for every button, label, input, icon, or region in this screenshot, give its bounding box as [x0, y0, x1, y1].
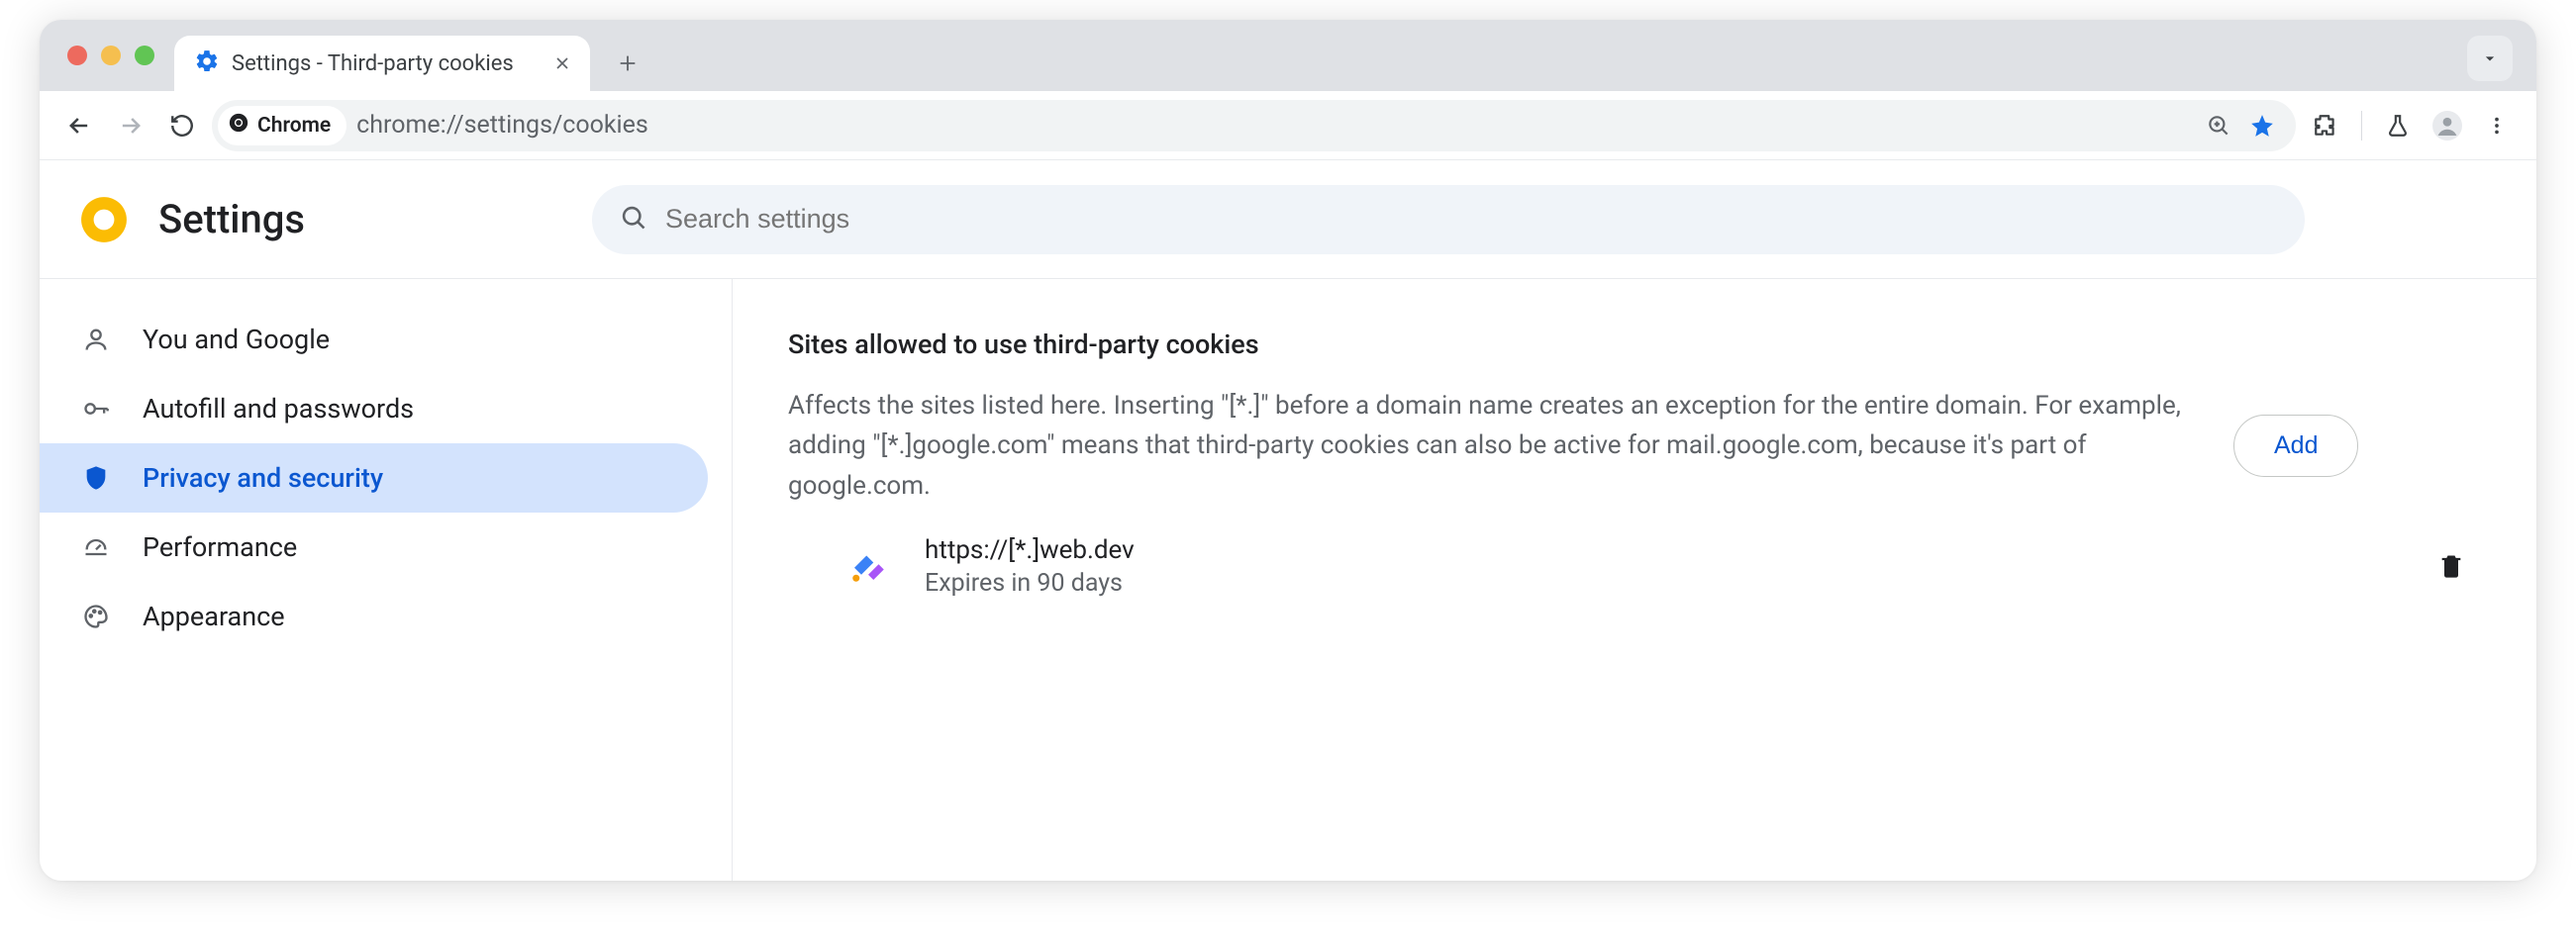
close-tab-button[interactable] [552, 53, 572, 73]
tabbar-right [2467, 36, 2523, 91]
tab-bar: Settings - Third-party cookies [40, 20, 2536, 91]
key-icon [79, 395, 113, 423]
sidebar-item-you-and-google[interactable]: You and Google [40, 305, 708, 374]
labs-button[interactable] [2376, 104, 2420, 147]
site-chip[interactable]: Chrome [218, 106, 347, 145]
extensions-button[interactable] [2304, 104, 2347, 147]
profile-button[interactable] [2426, 104, 2469, 147]
settings-sidebar: You and Google Autofill and passwords Pr… [40, 279, 733, 881]
forward-button[interactable] [109, 104, 152, 147]
site-favicon-icon [847, 545, 889, 587]
delete-site-button[interactable] [2437, 552, 2475, 580]
search-settings-box[interactable] [592, 185, 2305, 254]
separator [2361, 111, 2362, 141]
sidebar-item-label: Performance [143, 531, 297, 563]
sidebar-item-label: You and Google [143, 324, 330, 355]
window-controls [40, 20, 174, 91]
search-settings-input[interactable] [665, 204, 2277, 235]
close-window-button[interactable] [67, 46, 87, 65]
settings-body: You and Google Autofill and passwords Pr… [40, 279, 2536, 881]
site-chip-label: Chrome [257, 114, 331, 138]
back-button[interactable] [57, 104, 101, 147]
site-url: https://[*.]web.dev [925, 535, 1135, 565]
allowed-site-row: https://[*.]web.dev Expires in 90 days [788, 506, 2481, 598]
sidebar-item-performance[interactable]: Performance [40, 513, 708, 582]
search-icon [620, 204, 647, 236]
site-expiry: Expires in 90 days [925, 569, 1135, 598]
new-tab-button[interactable] [606, 42, 649, 85]
zoom-icon[interactable] [2199, 106, 2238, 145]
browser-menu-button[interactable] [2475, 104, 2519, 147]
palette-icon [79, 603, 113, 630]
browser-tab[interactable]: Settings - Third-party cookies [174, 36, 590, 91]
maximize-window-button[interactable] [135, 46, 154, 65]
section-row: Affects the sites listed here. Inserting… [788, 386, 2481, 506]
chrome-logo-icon [79, 195, 129, 244]
person-icon [79, 326, 113, 353]
sidebar-item-label: Privacy and security [143, 462, 383, 494]
url-text: chrome://settings/cookies [356, 111, 648, 140]
sidebar-item-label: Appearance [143, 601, 285, 632]
shield-icon [79, 464, 113, 492]
bookmark-star-icon[interactable] [2242, 106, 2282, 145]
site-info: https://[*.]web.dev Expires in 90 days [925, 535, 1135, 598]
url-box[interactable]: Chrome chrome://settings/cookies [212, 100, 2296, 151]
reload-button[interactable] [160, 104, 204, 147]
tab-search-button[interactable] [2467, 36, 2513, 81]
sidebar-item-autofill[interactable]: Autofill and passwords [40, 374, 708, 443]
sidebar-item-label: Autofill and passwords [143, 393, 414, 425]
add-site-button[interactable]: Add [2233, 415, 2358, 477]
page-title: Settings [158, 196, 305, 242]
settings-main: Sites allowed to use third-party cookies… [733, 279, 2536, 881]
speedometer-icon [79, 533, 113, 561]
browser-actions [2304, 104, 2519, 147]
address-bar: Chrome chrome://settings/cookies [40, 91, 2536, 160]
sidebar-item-privacy-security[interactable]: Privacy and security [40, 443, 708, 513]
section-title: Sites allowed to use third-party cookies [788, 329, 2481, 360]
settings-icon [194, 48, 220, 78]
address-actions [2199, 106, 2286, 145]
section-description: Affects the sites listed here. Inserting… [788, 386, 2194, 506]
chrome-icon [228, 112, 249, 140]
minimize-window-button[interactable] [101, 46, 121, 65]
settings-header: Settings [40, 160, 2536, 279]
sidebar-item-appearance[interactable]: Appearance [40, 582, 708, 651]
tab-title: Settings - Third-party cookies [232, 51, 514, 76]
browser-window: Settings - Third-party cookies [40, 20, 2536, 881]
